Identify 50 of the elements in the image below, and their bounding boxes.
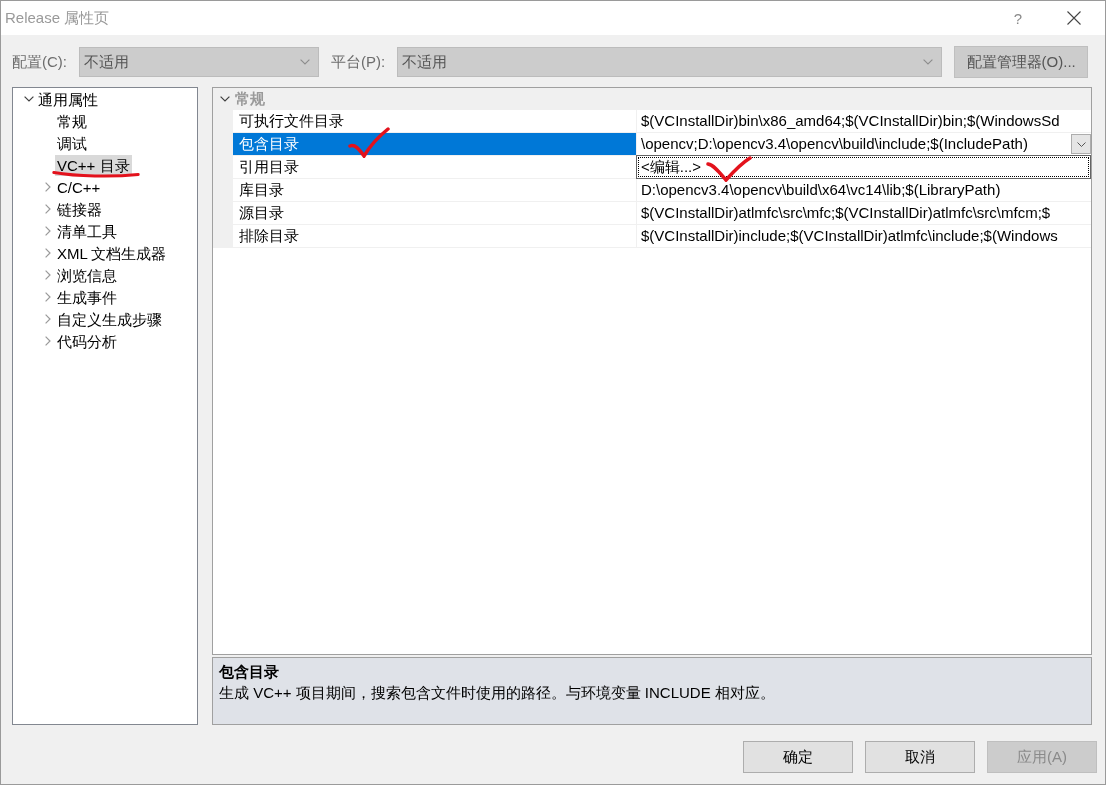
value-combo-field[interactable]: \opencv;D:\opencv3.4\opencv\build\include;$(IncludePath) [641,134,1028,154]
tree-item[interactable]: 代码分析 [55,330,119,352]
dropdown-button[interactable] [1071,134,1091,154]
help-button[interactable]: ? [1003,1,1033,35]
chevron-down-icon [300,59,310,65]
close-icon [1067,11,1081,25]
dropdown-item[interactable]: <编辑...> [638,157,1089,177]
tree-item[interactable]: 生成事件 [55,286,119,308]
window-title: Release 属性页 [5,8,111,28]
combo-label: 平台(P): [331,52,386,72]
chevron-right-icon[interactable] [45,314,51,324]
chevron-down-icon [1076,141,1086,147]
property-name[interactable]: 引用目录 [233,156,637,178]
property-name[interactable]: 库目录 [233,179,637,201]
tree-item[interactable]: C/C++ [55,176,103,198]
tree-item[interactable]: 链接器 [55,198,104,220]
tick-mark-icon [706,156,752,182]
chevron-down-icon[interactable] [220,96,230,102]
property-name[interactable]: 可执行文件目录 [233,110,637,132]
chevron-right-icon[interactable] [45,292,51,302]
description-text: 生成 VC++ 项目期间，搜索包含文件时使用的路径。与环境变量 INCLUDE 相对应。 [219,683,776,703]
tree-item[interactable]: XML 文档生成器 [55,242,169,264]
chevron-right-icon[interactable] [45,248,51,258]
ok-button[interactable]: 确定 [743,741,853,773]
cancel-button[interactable]: 取消 [865,741,975,773]
property-name[interactable]: 排除目录 [233,225,637,247]
tree-item[interactable]: 自定义生成步骤 [55,308,164,330]
chevron-right-icon[interactable] [45,182,51,192]
chevron-right-icon[interactable] [45,336,51,346]
chevron-down-icon[interactable] [24,96,34,102]
category-label: 常规 [235,89,265,109]
chevron-right-icon[interactable] [45,270,51,280]
tree-item[interactable]: 通用属性 [36,88,100,110]
tree-item[interactable]: 常规 [55,110,89,132]
tree-item[interactable]: 浏览信息 [55,264,119,286]
property-value: $(VCInstallDir)bin\x86_amd64;$(VCInstallDir)bin;$(WindowsSd [641,111,1060,131]
tree-item[interactable]: VC++ 目录 [55,154,132,176]
tree-item[interactable]: 调试 [55,132,89,154]
property-name[interactable]: 包含目录 [233,133,637,155]
description-title: 包含目录 [219,662,280,682]
chevron-right-icon[interactable] [45,226,51,236]
combo-label: 配置(C): [12,52,67,72]
tick-mark-icon [348,127,390,158]
chevron-right-icon[interactable] [45,204,51,214]
tree-item[interactable]: 清单工具 [55,220,119,242]
property-value: D:\opencv3.4\opencv\build\x64\vc14\lib;$(LibraryPath) [641,180,1001,200]
chevron-down-icon [923,59,934,65]
property-value: $(VCInstallDir)atlmfc\src\mfc;$(VCInstallDir)atlmfc\src\mfcm;$ [641,203,1051,223]
property-name[interactable]: 源目录 [233,202,637,224]
property-value: $(VCInstallDir)include;$(VCInstallDir)atlmfc\include;$(Windows [641,226,1058,246]
